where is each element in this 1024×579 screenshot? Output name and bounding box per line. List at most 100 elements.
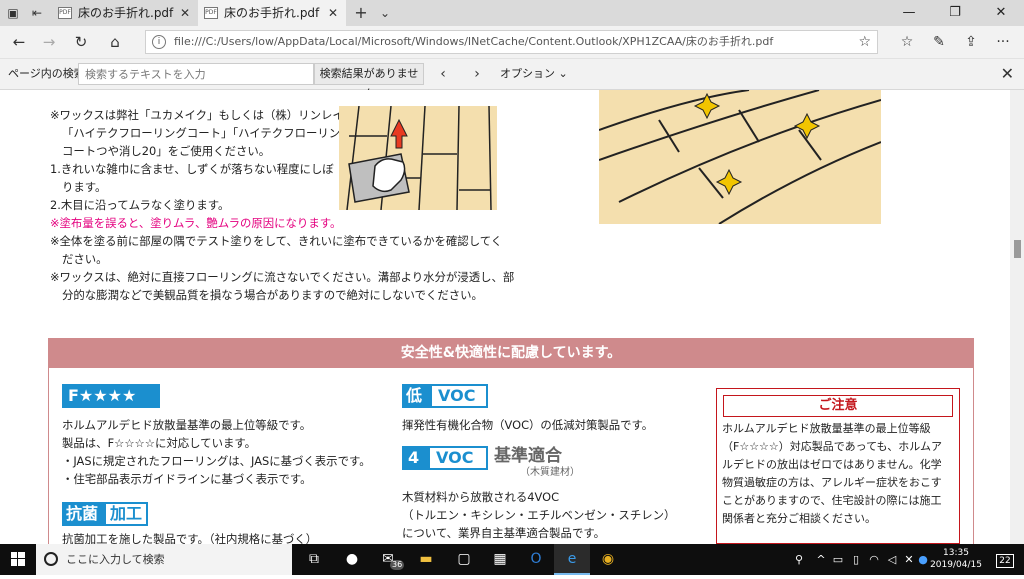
- favorite-star-icon[interactable]: ☆: [858, 31, 871, 53]
- caution-line: 物質過敏症の方は、アレルギー症状をおこす: [722, 476, 942, 489]
- clock[interactable]: 13:35 2019/04/15: [930, 547, 982, 571]
- text-line: （トルエン・キシレン・エチルベンゼン・スチレン）: [402, 508, 676, 522]
- address-bar[interactable]: i file:///C:/Users/low/AppData/Local/Mic…: [145, 30, 878, 54]
- tab-title: 床のお手折れ.pdf: [224, 6, 320, 20]
- find-next-button[interactable]: ›: [466, 63, 488, 85]
- task-view-icon[interactable]: ⧉: [296, 544, 332, 575]
- file-explorer-icon[interactable]: ▬: [408, 544, 444, 575]
- clock-time: 13:35: [943, 548, 969, 558]
- chrome-icon[interactable]: ◉: [590, 544, 626, 575]
- pdf-viewer[interactable]: ※ワックスは弊社「ユカメイク」もしくは（株）リンレイ製 「ハイテクフローリングコ…: [0, 90, 1024, 544]
- cortana-icon: [44, 552, 58, 566]
- antibacterial-badge: 抗菌: [62, 502, 104, 526]
- pdf-icon: PDF: [58, 7, 72, 19]
- text-line: ※全体を塗る前に部屋の隅でテスト塗りをして、きれいに塗布できているかを確認してく: [50, 234, 503, 248]
- vertical-scrollbar[interactable]: [1010, 90, 1024, 544]
- voc-badge: VOC: [430, 384, 488, 408]
- caution-title: ご注意: [723, 395, 953, 417]
- more-menu-icon[interactable]: ···: [992, 32, 1014, 52]
- taskbar: ここに入力して検索 ⧉ ● ✉ 36 ▬ ▢ ▦ O e ◉ ⚲ ^ ▭ ▯ ◠ …: [0, 544, 1024, 575]
- four-badge: 4: [402, 446, 428, 470]
- network-icon[interactable]: ▭: [830, 544, 846, 575]
- warning-note: ※塗布量を誤ると、塗りムラ、艶ムラの原因になります。: [50, 216, 342, 230]
- onedrive-icon[interactable]: ●: [916, 544, 930, 575]
- text-line: 製品は、F☆☆☆☆に対応しています。: [62, 436, 256, 450]
- find-previous-button[interactable]: ‹: [432, 63, 454, 85]
- maximize-button[interactable]: ❐: [932, 0, 978, 26]
- text-line: 木質材料から放散される4VOC: [402, 490, 560, 504]
- action-center-button[interactable]: 22: [992, 544, 1018, 575]
- text-line: ※ワックスは、絶対に直接フローリングに流さないでください。溝部より水分が浸透し、…: [50, 270, 515, 284]
- tab-pdf-1[interactable]: PDF 床のお手折れ.pdf ✕: [52, 0, 198, 26]
- app-icon[interactable]: ●: [334, 544, 370, 575]
- battery-icon[interactable]: ▯: [848, 544, 864, 575]
- new-tab-button[interactable]: +: [352, 4, 370, 22]
- text-line: ・住宅部品表示ガイドラインに基づく表示です。: [62, 472, 312, 486]
- store-icon[interactable]: ▢: [446, 544, 482, 575]
- url-text[interactable]: file:///C:/Users/low/AppData/Local/Micro…: [174, 31, 773, 53]
- text-line: 「ハイテクフローリングコート」「ハイテクフローリング: [62, 126, 352, 140]
- wood-material-label: （木質建材）: [520, 467, 580, 478]
- window-close-button[interactable]: ✕: [978, 0, 1024, 26]
- text-line: ホルムアルデヒド放散量基準の最上位等級です。: [62, 418, 312, 432]
- text-line: について、業界自主基準適合製品です。: [402, 526, 605, 540]
- find-close-button[interactable]: ✕: [1001, 59, 1014, 89]
- text-line: 分的な膨潤などで美観品質を損なう場合がありますので絶対にしないでください。: [62, 288, 483, 302]
- close-tab-icon[interactable]: ✕: [180, 0, 190, 26]
- info-icon[interactable]: i: [152, 35, 166, 49]
- close-tab-icon[interactable]: ✕: [328, 0, 338, 26]
- wifi-icon[interactable]: ◠: [866, 544, 882, 575]
- volume-icon[interactable]: ◁: [884, 544, 900, 575]
- scroll-thumb[interactable]: [1014, 240, 1021, 258]
- text-line: コートつや消し20」をご使用ください。: [62, 144, 271, 158]
- find-result-status: 検索結果がありません: [314, 63, 424, 100]
- pdf-icon: PDF: [204, 7, 218, 19]
- caution-line: ことがありますので、住宅設計の際には施工: [722, 494, 942, 507]
- caution-line: （F☆☆☆☆）対応製品であっても、ホルムア: [722, 440, 943, 453]
- outlook-icon[interactable]: O: [518, 544, 554, 575]
- tray-chevron-icon[interactable]: ^: [814, 544, 828, 575]
- tab-actions-icon[interactable]: ▣: [4, 4, 22, 22]
- text-line: ・JASに規定されたフローリングは、JASに基づく表示です。: [62, 454, 371, 468]
- find-label: ページ内の検索: [8, 67, 85, 80]
- f-four-star-badge: F★★★★: [62, 384, 160, 408]
- text-line: 2.木目に沿ってムラなく塗ります。: [50, 198, 230, 212]
- photos-icon[interactable]: ▦: [482, 544, 518, 575]
- text-line: 揮発性有機化合物（VOC）の低減対策製品です。: [402, 418, 654, 432]
- text-line: ※ワックスは弊社「ユカメイク」もしくは（株）リンレイ製: [50, 108, 356, 122]
- people-icon[interactable]: ⚲: [790, 544, 808, 575]
- text-line: ださい。: [62, 252, 108, 266]
- favorites-hub-icon[interactable]: ☆: [896, 32, 918, 52]
- set-aside-tabs-icon[interactable]: ⇤: [28, 4, 46, 22]
- clock-date: 2019/04/15: [930, 560, 982, 570]
- share-icon[interactable]: ⇪: [960, 32, 982, 52]
- refresh-button[interactable]: ↻: [70, 32, 92, 52]
- home-button[interactable]: ⌂: [104, 32, 126, 52]
- taskbar-search-box[interactable]: ここに入力して検索: [36, 544, 292, 575]
- taskbar-search-placeholder: ここに入力して検索: [66, 553, 165, 566]
- panel-header: 安全性&快適性に配慮しています。: [48, 338, 974, 368]
- floor-wiping-illustration: [339, 106, 497, 210]
- minimize-button[interactable]: —: [886, 0, 932, 26]
- tab-title: 床のお手折れ.pdf: [78, 6, 174, 20]
- ime-mode-icon[interactable]: ✕: [902, 544, 916, 575]
- web-note-icon[interactable]: ✎: [928, 32, 950, 52]
- find-options-dropdown[interactable]: オプション ⌄: [500, 59, 568, 89]
- find-bar: ページ内の検索 検索結果がありません ‹ › オプション ⌄ ✕: [0, 58, 1024, 100]
- start-button[interactable]: [0, 544, 36, 575]
- unread-count-badge: 36: [390, 560, 405, 570]
- forward-button[interactable]: →: [38, 32, 60, 52]
- mail-app-icon[interactable]: ✉ 36: [370, 544, 406, 575]
- tab-strip: ▣ ⇤ PDF 床のお手折れ.pdf ✕ PDF 床のお手折れ.pdf ✕ + …: [0, 0, 1024, 26]
- edge-icon[interactable]: e: [554, 544, 590, 575]
- address-toolbar: ← → ↻ ⌂ i file:///C:/Users/low/AppData/L…: [0, 26, 1024, 58]
- tab-pdf-2[interactable]: PDF 床のお手折れ.pdf ✕: [198, 0, 346, 26]
- tab-preview-chevron-icon[interactable]: ⌄: [376, 4, 394, 22]
- back-button[interactable]: ←: [8, 32, 30, 52]
- windows-logo-icon: [11, 552, 25, 566]
- text-line: ります。: [62, 180, 107, 194]
- find-input[interactable]: [78, 63, 314, 85]
- text-line: 抗菌加工を施した製品です。（社内規格に基づく）: [62, 532, 318, 544]
- shiny-floor-illustration: [599, 90, 881, 224]
- low-badge: 低: [402, 384, 430, 408]
